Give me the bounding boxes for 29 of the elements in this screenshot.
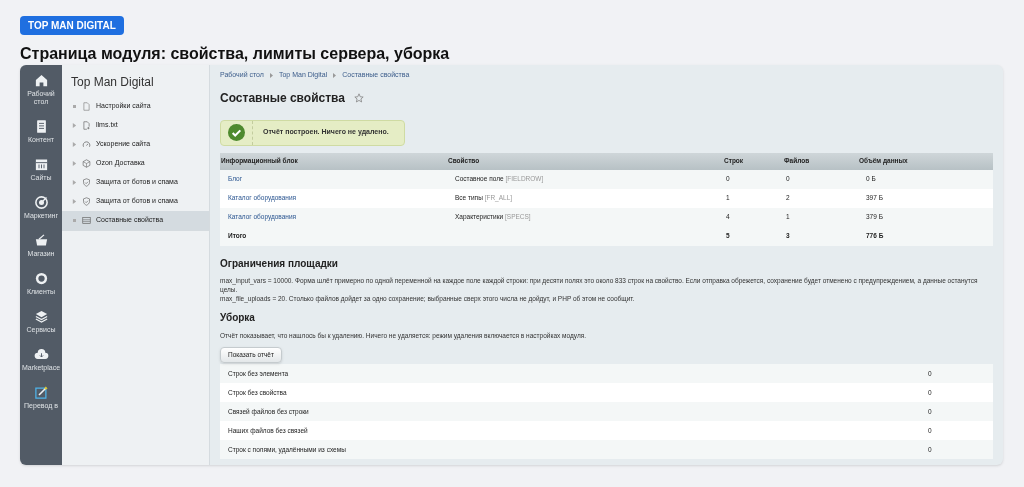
edit-icon (33, 385, 49, 400)
section-title: Уборка (220, 310, 256, 325)
page-heading: Страница модуля: свойства, лимиты сервера, уборка (20, 44, 451, 64)
calendar-icon (33, 157, 49, 172)
check-icon (228, 124, 245, 141)
file-plus-icon (82, 121, 91, 130)
page-icon (82, 102, 91, 111)
section-title: Ограничения площадки (220, 256, 339, 271)
house-icon (33, 73, 49, 88)
shield-check-icon (82, 178, 91, 187)
page-title: Составные свойства (220, 89, 345, 107)
layers-icon (33, 309, 49, 324)
gauge-icon (82, 140, 91, 149)
target-icon (33, 195, 49, 210)
shield-check-icon (82, 197, 91, 206)
cloud-icon (33, 347, 49, 362)
expand-arrow-icon[interactable] (72, 180, 77, 185)
box-icon (82, 159, 91, 168)
rows-icon (82, 216, 91, 225)
basket-icon (33, 233, 49, 248)
tree-title: Top Man Digital (70, 74, 155, 91)
chevron-icon (333, 72, 337, 78)
expand-arrow-icon[interactable] (72, 142, 77, 147)
expand-arrow-icon[interactable] (72, 123, 77, 128)
expand-arrow-icon[interactable] (72, 199, 77, 204)
chevron-icon (269, 72, 273, 78)
brand-badge: TOP MAN DIGITAL (20, 16, 124, 35)
star-icon[interactable] (354, 92, 364, 103)
expand-arrow-icon[interactable] (72, 161, 77, 166)
